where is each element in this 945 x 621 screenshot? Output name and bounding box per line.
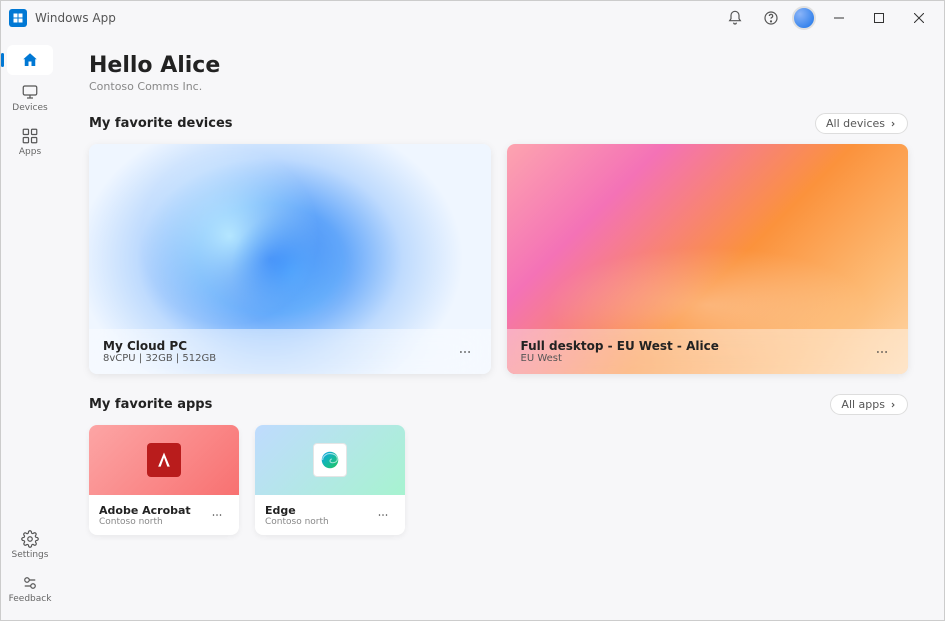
app-window: Windows App xyxy=(0,0,945,621)
monitor-icon xyxy=(21,83,39,101)
more-icon xyxy=(458,345,472,359)
sidebar-item-label: Devices xyxy=(12,103,47,113)
app-sub: Contoso north xyxy=(265,517,371,527)
section-head: My favorite apps All apps xyxy=(89,394,908,415)
sidebar-item-label: Apps xyxy=(19,147,41,157)
app-info: Edge Contoso north xyxy=(265,504,371,527)
app-sub: Contoso north xyxy=(99,517,205,527)
minimize-button[interactable] xyxy=(822,3,856,33)
favorite-devices-section: My favorite devices All devices My Cloud… xyxy=(89,113,908,374)
page-title: Hello Alice xyxy=(89,53,908,78)
titlebar: Windows App xyxy=(1,1,944,35)
home-icon xyxy=(21,51,39,69)
more-icon xyxy=(377,509,389,521)
app-cards: Adobe Acrobat Contoso north xyxy=(89,425,908,535)
org-subtitle: Contoso Comms Inc. xyxy=(89,80,908,93)
app-footer: Adobe Acrobat Contoso north xyxy=(89,495,239,535)
chevron-right-icon xyxy=(889,120,897,128)
device-info: Full desktop - EU West - Alice EU West xyxy=(521,339,871,364)
sidebar-item-label: Settings xyxy=(12,550,49,560)
section-title: My favorite apps xyxy=(89,397,212,412)
device-card[interactable]: Full desktop - EU West - Alice EU West xyxy=(507,144,909,374)
all-apps-link[interactable]: All apps xyxy=(830,394,908,415)
more-icon xyxy=(211,509,223,521)
notifications-icon[interactable] xyxy=(720,3,750,33)
device-card[interactable]: My Cloud PC 8vCPU | 32GB | 512GB xyxy=(89,144,491,374)
device-cards: My Cloud PC 8vCPU | 32GB | 512GB xyxy=(89,144,908,374)
sidebar-item-devices[interactable]: Devices xyxy=(7,77,53,119)
body: Devices Apps Settings Feedback Hello Ali… xyxy=(1,35,944,620)
app-title: Windows App xyxy=(35,11,116,25)
app-footer: Edge Contoso north xyxy=(255,495,405,535)
app-hero xyxy=(89,425,239,495)
device-name: My Cloud PC xyxy=(103,339,453,353)
chevron-right-icon xyxy=(889,401,897,409)
avatar[interactable] xyxy=(792,6,816,30)
acrobat-icon xyxy=(147,443,181,477)
app-hero xyxy=(255,425,405,495)
titlebar-left: Windows App xyxy=(9,9,116,27)
gear-icon xyxy=(21,530,39,548)
sidebar-item-label: Feedback xyxy=(9,594,52,604)
favorite-apps-section: My favorite apps All apps xyxy=(89,394,908,535)
sidebar-item-settings[interactable]: Settings xyxy=(7,524,53,566)
app-name: Adobe Acrobat xyxy=(99,504,205,517)
close-button[interactable] xyxy=(902,3,936,33)
device-sub: 8vCPU | 32GB | 512GB xyxy=(103,353,453,364)
device-footer: Full desktop - EU West - Alice EU West xyxy=(507,329,909,374)
feedback-icon xyxy=(21,574,39,592)
app-name: Edge xyxy=(265,504,371,517)
all-devices-link[interactable]: All devices xyxy=(815,113,908,134)
all-apps-label: All apps xyxy=(841,398,885,411)
section-title: My favorite devices xyxy=(89,116,233,131)
all-devices-label: All devices xyxy=(826,117,885,130)
app-card[interactable]: Adobe Acrobat Contoso north xyxy=(89,425,239,535)
device-name: Full desktop - EU West - Alice xyxy=(521,339,871,353)
sidebar-item-apps[interactable]: Apps xyxy=(7,121,53,163)
device-sub: EU West xyxy=(521,353,871,364)
device-info: My Cloud PC 8vCPU | 32GB | 512GB xyxy=(103,339,453,364)
app-logo-icon xyxy=(9,9,27,27)
more-button[interactable] xyxy=(371,503,395,527)
edge-icon xyxy=(313,443,347,477)
main-content: Hello Alice Contoso Comms Inc. My favori… xyxy=(59,35,944,620)
apps-icon xyxy=(21,127,39,145)
more-button[interactable] xyxy=(453,340,477,364)
app-card[interactable]: Edge Contoso north xyxy=(255,425,405,535)
app-info: Adobe Acrobat Contoso north xyxy=(99,504,205,527)
help-icon[interactable] xyxy=(756,3,786,33)
section-head: My favorite devices All devices xyxy=(89,113,908,134)
titlebar-right xyxy=(720,3,936,33)
more-button[interactable] xyxy=(205,503,229,527)
sidebar-item-home[interactable] xyxy=(7,45,53,75)
device-footer: My Cloud PC 8vCPU | 32GB | 512GB xyxy=(89,329,491,374)
maximize-button[interactable] xyxy=(862,3,896,33)
more-icon xyxy=(875,345,889,359)
more-button[interactable] xyxy=(870,340,894,364)
sidebar-item-feedback[interactable]: Feedback xyxy=(7,568,53,610)
sidebar: Devices Apps Settings Feedback xyxy=(1,35,59,620)
